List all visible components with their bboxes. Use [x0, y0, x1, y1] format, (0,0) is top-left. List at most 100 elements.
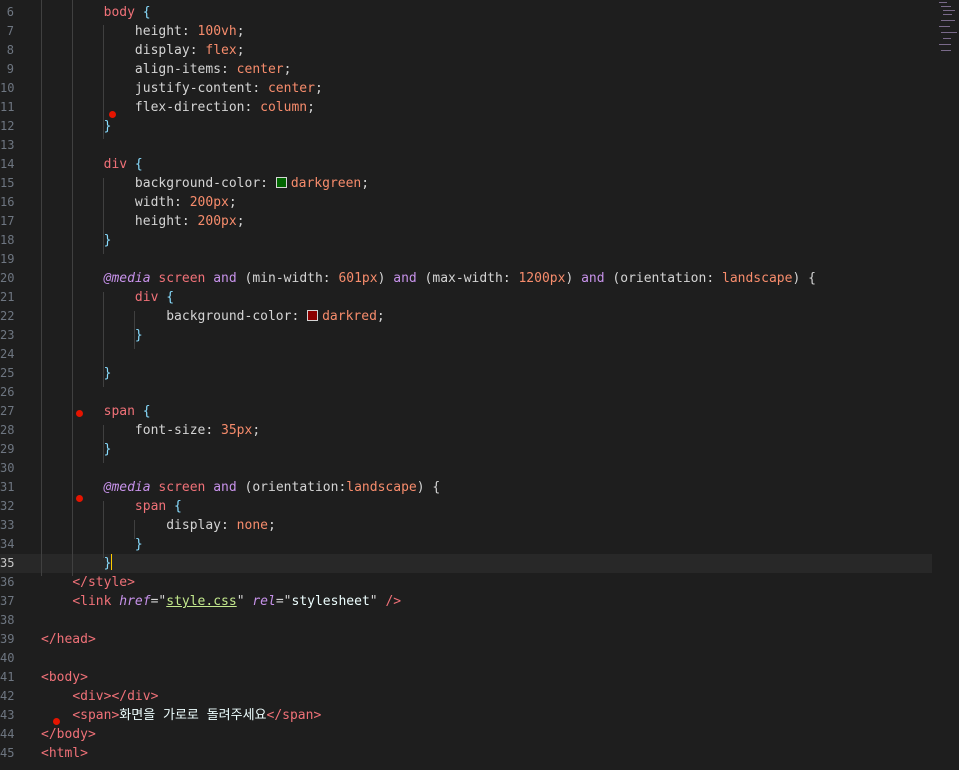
- breakpoint-line-31[interactable]: [76, 495, 83, 502]
- code-token: <link: [72, 594, 120, 609]
- code-line-35[interactable]: 40: [0, 649, 932, 668]
- code-token: {: [166, 499, 182, 514]
- breakpoint-line-11[interactable]: [109, 111, 116, 118]
- code-line-13[interactable]: 18 }: [0, 231, 932, 250]
- code-line-30[interactable]: 35 }: [0, 554, 932, 573]
- code-line-14[interactable]: 19: [0, 250, 932, 269]
- line-number: 29: [0, 442, 14, 456]
- code-line-17[interactable]: 22 background-color: darkred;: [0, 307, 932, 326]
- indent-guide: [103, 178, 104, 254]
- indent-guide: [103, 25, 104, 139]
- code-token: 35px: [221, 423, 253, 438]
- code-token: ": [236, 594, 253, 609]
- breakpoint-line-43[interactable]: [53, 718, 60, 725]
- breakpoint-line-27[interactable]: [76, 410, 83, 417]
- code-line-7[interactable]: 12 }: [0, 117, 932, 136]
- code-line-3[interactable]: 8 display: flex;: [0, 41, 932, 60]
- code-line-20[interactable]: 25 }: [0, 364, 932, 383]
- code-line-15[interactable]: 20 @media screen and (min-width: 601px) …: [0, 269, 932, 288]
- code-line-19[interactable]: 24: [0, 345, 932, 364]
- code-token: ) {: [792, 271, 816, 286]
- code-line-1[interactable]: 6 body {: [0, 3, 932, 22]
- line-number: 6: [6, 5, 14, 19]
- code-line-25[interactable]: 30: [0, 459, 932, 478]
- code-token: none: [236, 518, 268, 533]
- code-token: ": [369, 594, 386, 609]
- code-token: }: [41, 537, 143, 552]
- code-token: ;: [361, 176, 370, 191]
- code-line-37[interactable]: 42 <div></div>: [0, 687, 932, 706]
- line-number: 15: [0, 176, 14, 190]
- code-line-16[interactable]: 21 div {: [0, 288, 932, 307]
- code-line-39[interactable]: 44 </body>: [0, 725, 932, 744]
- code-token: height:: [41, 214, 198, 229]
- code-line-26[interactable]: 31 @media screen and (orientation:landsc…: [0, 478, 932, 497]
- code-token: </span>: [266, 708, 322, 723]
- code-line-4[interactable]: 9 align-items: center;: [0, 60, 932, 79]
- line-number: 7: [6, 24, 14, 38]
- code-line-31[interactable]: 36 </style>: [0, 573, 932, 592]
- line-number: 24: [0, 347, 14, 361]
- code-line-8[interactable]: 13: [0, 136, 932, 155]
- code-token: {: [127, 157, 143, 172]
- code-token: (max-width:: [416, 271, 519, 286]
- code-token: />: [385, 594, 402, 609]
- code-line-40[interactable]: 45 <html>: [0, 744, 932, 763]
- color-swatch-darkred[interactable]: [307, 310, 319, 321]
- line-number: 42: [0, 689, 14, 703]
- code-token: 화면을 가로로 돌려주세요: [119, 708, 267, 723]
- code-line-28[interactable]: 33 display: none;: [0, 516, 932, 535]
- code-token: rel: [252, 594, 276, 609]
- indent-guide: [103, 425, 104, 463]
- line-number: 33: [0, 518, 14, 532]
- code-line-33[interactable]: 38: [0, 611, 932, 630]
- code-line-10[interactable]: 15 background-color: darkgreen;: [0, 174, 932, 193]
- code-token: ;: [267, 518, 276, 533]
- code-line-24[interactable]: 29 }: [0, 440, 932, 459]
- code-token: screen: [150, 480, 214, 495]
- code-token: {: [134, 404, 151, 419]
- indent-guide: [72, 0, 73, 576]
- code-line-11[interactable]: 16 width: 200px;: [0, 193, 932, 212]
- code-token: ;: [236, 214, 245, 229]
- code-text: }: [41, 231, 112, 250]
- code-token: <style>: [72, 0, 127, 1]
- code-text: div {: [41, 155, 143, 174]
- code-text: </body>: [41, 725, 96, 744]
- code-line-2[interactable]: 7 height: 100vh;: [0, 22, 932, 41]
- code-line-34[interactable]: 39 </head>: [0, 630, 932, 649]
- code-text: </head>: [41, 630, 96, 649]
- code-line-6[interactable]: 11 flex-direction: column;: [0, 98, 932, 117]
- code-text: background-color: darkgreen;: [41, 174, 369, 193]
- code-line-29[interactable]: 34 }: [0, 535, 932, 554]
- code-line-36[interactable]: 41 <body>: [0, 668, 932, 687]
- code-line-9[interactable]: 14 div {: [0, 155, 932, 174]
- line-number: 30: [0, 461, 14, 475]
- code-text: }: [41, 535, 143, 554]
- code-text: body {: [41, 3, 151, 22]
- code-line-12[interactable]: 17 height: 200px;: [0, 212, 932, 231]
- code-token: @media: [103, 271, 151, 286]
- code-token: background-color:: [41, 309, 308, 324]
- code-editor[interactable]: 6 <style> 6 body {7 height: 100vh;8 displ…: [0, 0, 959, 770]
- minimap[interactable]: [937, 0, 959, 60]
- code-line-21[interactable]: 26: [0, 383, 932, 402]
- code-token: flex-direction:: [41, 100, 261, 115]
- code-token: }: [41, 328, 143, 343]
- code-line-38[interactable]: 43 <span>화면을 가로로 돌려주세요</span>: [0, 706, 932, 725]
- code-text: span {: [41, 497, 182, 516]
- code-text: <link href="style.css" rel="stylesheet" …: [41, 592, 401, 611]
- code-token: @media: [103, 480, 151, 495]
- code-line-23[interactable]: 28 font-size: 35px;: [0, 421, 932, 440]
- code-token: display:: [41, 43, 206, 58]
- code-token: height:: [41, 24, 198, 39]
- code-line-27[interactable]: 32 span {: [0, 497, 932, 516]
- code-token: =": [150, 594, 167, 609]
- code-token: }: [41, 442, 112, 457]
- code-line-5[interactable]: 10 justify-content: center;: [0, 79, 932, 98]
- code-line-18[interactable]: 23 }: [0, 326, 932, 345]
- code-line-22[interactable]: 27 span {: [0, 402, 932, 421]
- code-line-32[interactable]: 37 <link href="style.css" rel="styleshee…: [0, 592, 932, 611]
- color-swatch-darkgreen[interactable]: [275, 177, 287, 188]
